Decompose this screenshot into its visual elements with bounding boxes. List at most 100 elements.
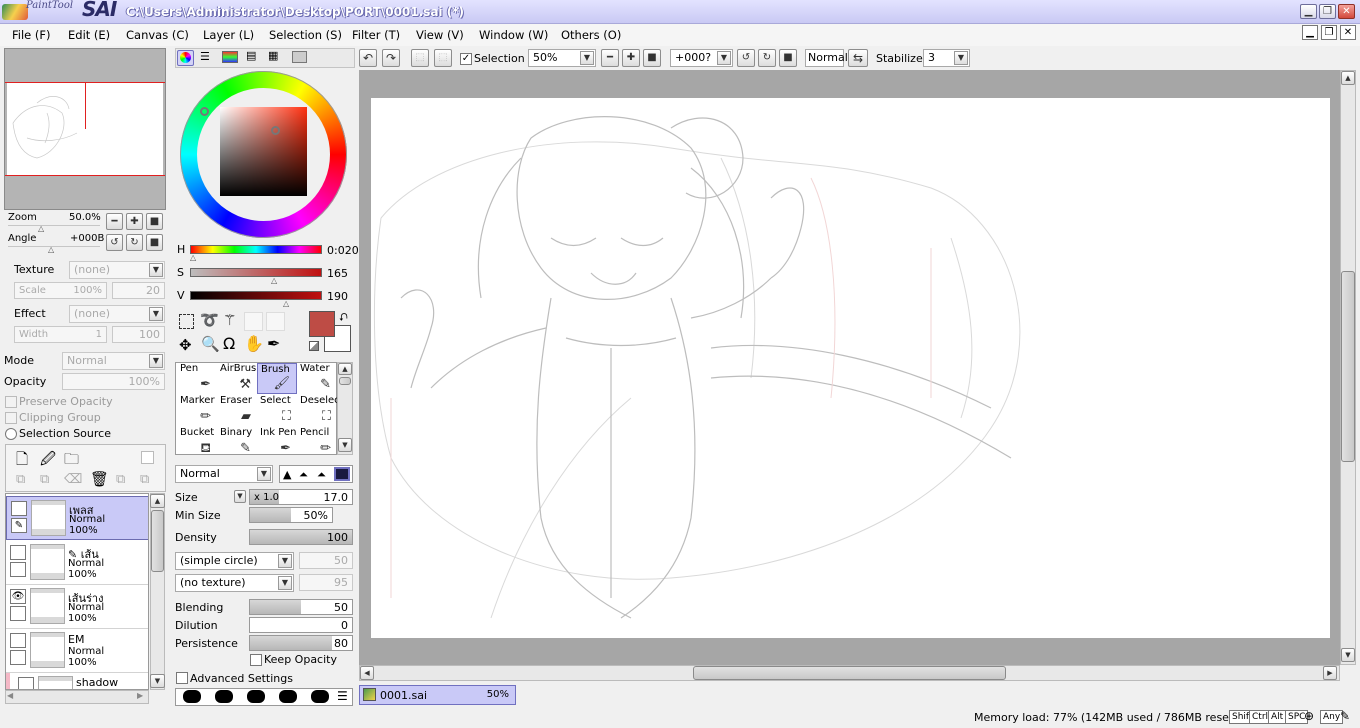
scratchpad-tab-icon[interactable] — [292, 51, 307, 63]
selection-source-checkbox[interactable] — [5, 428, 17, 440]
sv-marker[interactable] — [271, 126, 280, 135]
saturation-value-square[interactable] — [220, 107, 307, 196]
rotate-tool-icon[interactable]: Ω — [223, 334, 235, 353]
effect-select[interactable]: (none) ▼ — [69, 305, 165, 323]
layer-mode-select[interactable]: Normal ▼ — [62, 352, 165, 370]
lasso-icon[interactable]: ➰ — [200, 311, 219, 329]
hand-icon[interactable]: ✋ — [244, 334, 264, 353]
new-layer-icon[interactable]: 🗋 — [16, 449, 28, 474]
zoom-slider-handle[interactable]: △ — [38, 224, 44, 233]
transfer-down-icon[interactable]: ⧉ — [16, 472, 25, 487]
edge-hard-icon[interactable]: ▲ — [283, 468, 291, 481]
doc-close-button[interactable]: ✕ — [1340, 25, 1356, 40]
advanced-settings-checkbox[interactable] — [176, 672, 188, 684]
visibility-toggle[interactable] — [10, 633, 26, 648]
density-slider[interactable]: 100 — [249, 529, 353, 545]
menu-filter[interactable]: Filter (T) — [352, 28, 400, 42]
layer-list-hscrollbar[interactable] — [5, 690, 149, 704]
view-mode-field[interactable]: Normal — [805, 49, 848, 67]
merge-down-icon[interactable]: ⧉ — [40, 472, 49, 487]
menu-view[interactable]: View (V) — [416, 28, 464, 42]
scroll-down-icon[interactable]: ▼ — [338, 438, 352, 452]
size-slider[interactable]: x 1.0 17.0 — [249, 489, 353, 505]
brush-shape-amount[interactable]: 50 — [299, 552, 353, 569]
scroll-right-icon[interactable]: ▶ — [137, 691, 143, 700]
zoom-in-button[interactable]: ✚ — [126, 213, 143, 230]
hue-slider-handle[interactable]: △ — [190, 253, 196, 262]
brush-preset-4[interactable] — [279, 690, 297, 703]
menu-others[interactable]: Others (O) — [561, 28, 621, 42]
visibility-toggle[interactable] — [11, 501, 27, 516]
preserve-opacity-checkbox[interactable] — [5, 396, 17, 408]
menu-layer[interactable]: Layer (L) — [203, 28, 254, 42]
clear-layer-icon[interactable]: ⌫ — [64, 472, 82, 487]
value-slider[interactable] — [190, 291, 322, 300]
tool-pen[interactable]: Pen ✒ — [177, 363, 217, 394]
canvas-paper[interactable] — [371, 98, 1330, 638]
clipping-group-checkbox[interactable] — [5, 412, 17, 424]
texture-amount-field[interactable]: 20 — [112, 282, 165, 299]
brush-texture-amount[interactable]: 95 — [299, 574, 353, 591]
preset-menu-icon[interactable]: ☰ — [337, 689, 348, 703]
tool-eraser[interactable]: Eraser ▰ — [217, 395, 257, 426]
edge-soft-icon[interactable]: ⏶ — [317, 468, 326, 482]
edge-medium-icon[interactable]: ⏶ — [299, 468, 308, 482]
angle-select[interactable]: +000? ▼ — [670, 49, 733, 67]
dilution-slider[interactable]: 0 — [249, 617, 353, 633]
toolbar-zoom-in-button[interactable]: ✚ — [622, 49, 640, 67]
layer-opacity-field[interactable]: 100% — [62, 373, 165, 390]
layer-row[interactable]: shadow — [6, 673, 148, 689]
tool-airbrush[interactable]: AirBrush ⚒ — [217, 363, 263, 394]
texture-select[interactable]: (none) ▼ — [69, 261, 165, 279]
menu-selection[interactable]: Selection (S) — [269, 28, 342, 42]
menu-edit[interactable]: Edit (E) — [68, 28, 110, 42]
canvas-vertical-thumb[interactable] — [1341, 271, 1355, 462]
toolbar-zoom-out-button[interactable]: ━ — [601, 49, 619, 67]
layer-row[interactable]: ✎ เส้น Normal 100% — [6, 541, 148, 585]
merge-visible-icon[interactable]: ⧉ — [116, 472, 125, 487]
edge-selected-icon[interactable] — [334, 467, 350, 481]
flip-horizontal-icon[interactable]: ⇆ — [848, 49, 868, 67]
min-size-slider[interactable]: 50% — [249, 507, 333, 523]
palette-tab-icon[interactable]: ▤ — [246, 50, 256, 61]
zoom-slider[interactable] — [8, 225, 100, 226]
rotate-left-button[interactable]: ↺ — [106, 234, 123, 251]
undo-button[interactable]: ↶ — [359, 49, 377, 67]
persistence-slider[interactable]: 80 — [249, 635, 353, 651]
rotate-right-button[interactable]: ↻ — [126, 234, 143, 251]
blending-slider[interactable]: 50 — [249, 599, 353, 615]
effect-amount-field[interactable]: 100 — [112, 326, 165, 343]
transparent-color-icon[interactable] — [309, 341, 319, 351]
scroll-up-icon[interactable]: ▲ — [338, 363, 352, 375]
toolbar-zoom-reset-button[interactable]: ■ — [643, 49, 661, 67]
tool-bucket[interactable]: Bucket ⛾ — [177, 427, 217, 458]
tool-ink-pen[interactable]: Ink Pen ✒ — [257, 427, 297, 458]
new-linework-layer-icon[interactable]: 🖉 — [40, 449, 56, 474]
scroll-left-icon[interactable]: ◀ — [360, 666, 374, 680]
brush-preset-5[interactable] — [311, 690, 329, 703]
rect-select-icon[interactable] — [179, 314, 194, 329]
tool-select[interactable]: Select ⛶ — [257, 395, 297, 426]
redo-button[interactable]: ↷ — [382, 49, 400, 67]
layer-row[interactable]: 👁 เส้นร่าง Normal 100% — [6, 585, 148, 629]
keep-opacity-checkbox[interactable] — [250, 654, 262, 666]
pen-icon[interactable]: ✎ — [11, 518, 27, 533]
magic-wand-icon[interactable]: ⚚ — [223, 311, 236, 329]
tool-water[interactable]: Water ✎ — [297, 363, 337, 394]
lock-toggle[interactable] — [10, 650, 26, 665]
toolbar-rotate-right-button[interactable]: ↻ — [758, 49, 776, 67]
tool-pencil[interactable]: Pencil ✏ — [297, 427, 337, 458]
flatten-icon[interactable]: ⧉ — [140, 472, 149, 487]
scroll-up-icon[interactable]: ▲ — [150, 494, 165, 508]
hue-slider[interactable] — [190, 245, 322, 254]
brush-texture-select[interactable]: (no texture) ▼ — [175, 574, 294, 592]
layer-list-scroll-thumb[interactable] — [151, 510, 164, 572]
hue-marker[interactable] — [200, 107, 209, 116]
scroll-down-icon[interactable]: ▼ — [1341, 648, 1355, 662]
layer-row[interactable]: EM Normal 100% — [6, 629, 148, 673]
texture-scale-field[interactable]: Scale 100% — [14, 282, 107, 299]
brush-preset-1[interactable] — [183, 690, 201, 703]
toolbar-rotate-left-button[interactable]: ↺ — [737, 49, 755, 67]
lock-toggle[interactable] — [10, 562, 26, 577]
navigator-preview[interactable] — [4, 48, 166, 210]
